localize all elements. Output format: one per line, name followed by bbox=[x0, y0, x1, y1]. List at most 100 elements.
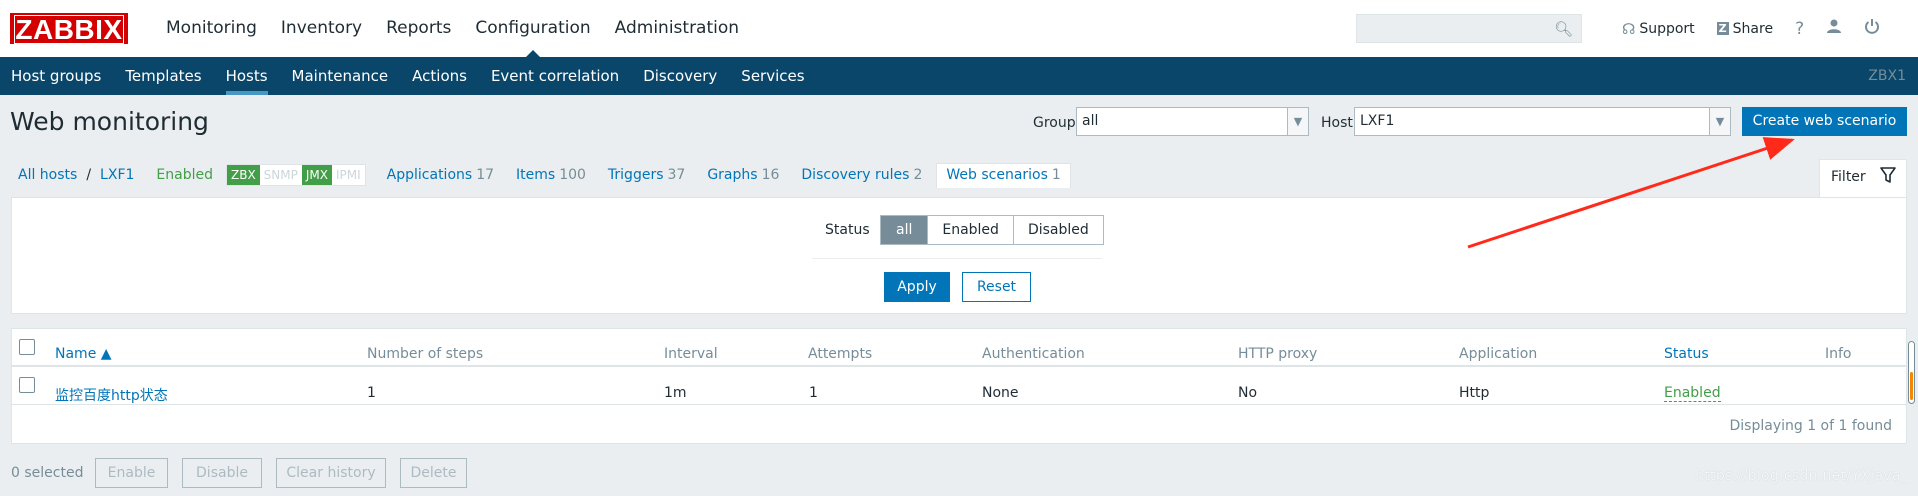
zabbix-logo[interactable]: ZABBIX bbox=[10, 13, 128, 44]
column-header-steps: Number of steps bbox=[367, 346, 484, 362]
link-label: Applications bbox=[386, 167, 473, 183]
row-divider bbox=[12, 404, 1906, 405]
nav-monitoring[interactable]: Monitoring bbox=[154, 0, 269, 57]
logo-text: ZABBIX bbox=[14, 14, 124, 45]
link-applications[interactable]: Applications 17 bbox=[387, 167, 494, 183]
host-label: Host bbox=[1321, 115, 1353, 131]
cell-application: Http bbox=[1459, 385, 1490, 401]
status-filter-label: Status bbox=[825, 222, 870, 238]
badge-zbx: ZBX bbox=[226, 165, 260, 185]
link-graphs[interactable]: Graphs 16 bbox=[707, 167, 779, 183]
nav-administration[interactable]: Administration bbox=[603, 0, 751, 57]
column-header-application: Application bbox=[1459, 346, 1538, 362]
user-profile-icon[interactable] bbox=[1826, 18, 1842, 39]
link-label: Triggers bbox=[607, 167, 664, 183]
status-toggle-link[interactable]: Enabled bbox=[1664, 385, 1721, 402]
reset-button[interactable]: Reset bbox=[962, 272, 1031, 302]
help-icon[interactable]: ? bbox=[1795, 19, 1804, 39]
cell-authentication: None bbox=[982, 385, 1019, 401]
link-discovery-rules[interactable]: Discovery rules 2 bbox=[801, 167, 922, 183]
table-scrollbar[interactable] bbox=[1908, 341, 1915, 404]
host-select-value: LXF1 bbox=[1360, 113, 1395, 129]
cell-interval: 1m bbox=[664, 385, 687, 401]
share-z-icon: Z bbox=[1716, 22, 1729, 35]
cell-attempts: 1 bbox=[809, 385, 818, 401]
badge-snmp: SNMP bbox=[259, 165, 302, 185]
subnav-actions[interactable]: Actions bbox=[401, 57, 480, 95]
status-option-disabled[interactable]: Disabled bbox=[1012, 216, 1103, 244]
subnav-event-correlation[interactable]: Event correlation bbox=[480, 57, 632, 95]
subnav-host-groups[interactable]: Host groups bbox=[0, 57, 114, 95]
selected-count: 0 selected bbox=[11, 465, 84, 481]
host-status[interactable]: Enabled bbox=[156, 167, 213, 183]
group-label: Group bbox=[1033, 115, 1076, 131]
share-label: Share bbox=[1732, 20, 1774, 37]
link-count: 17 bbox=[476, 167, 495, 183]
breadcrumb-all-hosts[interactable]: All hosts bbox=[18, 167, 77, 183]
table-footer-count: Displaying 1 of 1 found bbox=[1729, 418, 1893, 434]
delete-button[interactable]: Delete bbox=[400, 458, 467, 488]
nav-configuration[interactable]: Configuration bbox=[463, 0, 602, 57]
link-count: 16 bbox=[761, 167, 780, 183]
status-option-enabled[interactable]: Enabled bbox=[927, 216, 1013, 244]
share-link[interactable]: Z Share bbox=[1716, 20, 1774, 37]
clear-history-button[interactable]: Clear history bbox=[276, 458, 386, 488]
link-label: Graphs bbox=[707, 167, 758, 183]
header-divider bbox=[12, 365, 1906, 367]
status-filter-segmented: all Enabled Disabled bbox=[880, 215, 1104, 245]
filter-divider bbox=[812, 258, 1102, 259]
filter-tab-label: Filter bbox=[1831, 169, 1866, 185]
create-web-scenario-button[interactable]: Create web scenario bbox=[1742, 107, 1907, 136]
subnav-services[interactable]: Services bbox=[730, 57, 817, 95]
subnav-templates[interactable]: Templates bbox=[114, 57, 214, 95]
column-header-info: Info bbox=[1825, 346, 1852, 362]
link-count: 100 bbox=[559, 167, 586, 183]
main-nav: Monitoring Inventory Reports Configurati… bbox=[154, 0, 751, 57]
enable-button[interactable]: Enable bbox=[95, 458, 168, 488]
select-all-checkbox[interactable] bbox=[19, 339, 35, 355]
scenario-name-link[interactable]: 监控百度http状态 bbox=[55, 385, 168, 405]
filter-tab[interactable]: Filter bbox=[1819, 159, 1907, 197]
disable-button[interactable]: Disable bbox=[182, 458, 262, 488]
group-select-value: all bbox=[1082, 113, 1099, 129]
column-header-http-proxy: HTTP proxy bbox=[1238, 346, 1318, 362]
cell-steps: 1 bbox=[367, 385, 376, 401]
search-input[interactable]: 🔍︎ bbox=[1356, 14, 1582, 43]
power-sign-out-icon[interactable] bbox=[1864, 18, 1880, 39]
link-label: Discovery rules bbox=[801, 167, 910, 183]
breadcrumb: All hosts / LXF1 Enabled ZBX SNMP JMX IP… bbox=[18, 162, 1071, 188]
badge-ipmi: IPMI bbox=[331, 165, 365, 185]
subnav-hosts[interactable]: Hosts bbox=[215, 57, 281, 95]
link-triggers[interactable]: Triggers 37 bbox=[608, 167, 685, 183]
column-header-attempts: Attempts bbox=[808, 346, 873, 362]
link-web-scenarios[interactable]: Web scenarios 1 bbox=[936, 162, 1071, 188]
breadcrumb-host[interactable]: LXF1 bbox=[100, 167, 134, 183]
search-icon[interactable]: 🔍︎ bbox=[1554, 20, 1573, 38]
headset-icon: ☊ bbox=[1622, 19, 1636, 38]
row-checkbox[interactable] bbox=[19, 377, 35, 393]
group-select[interactable]: all ▼ bbox=[1076, 107, 1309, 136]
top-header: ZABBIX Monitoring Inventory Reports Conf… bbox=[0, 0, 1918, 58]
host-select[interactable]: LXF1 ▼ bbox=[1354, 107, 1731, 136]
support-link[interactable]: ☊ Support bbox=[1622, 20, 1695, 38]
column-header-interval: Interval bbox=[664, 346, 718, 362]
sub-nav: Host groups Templates Hosts Maintenance … bbox=[0, 57, 1918, 95]
breadcrumb-separator: / bbox=[86, 167, 92, 183]
apply-button[interactable]: Apply bbox=[884, 272, 950, 302]
subnav-discovery[interactable]: Discovery bbox=[632, 57, 730, 95]
link-count: 1 bbox=[1051, 166, 1061, 183]
availability-badges: ZBX SNMP JMX IPMI bbox=[225, 164, 366, 186]
column-header-name[interactable]: Name ▲ bbox=[55, 346, 112, 362]
nav-inventory[interactable]: Inventory bbox=[269, 0, 374, 57]
funnel-filter-icon bbox=[1880, 166, 1896, 189]
status-option-all[interactable]: all bbox=[881, 216, 928, 244]
chevron-down-icon: ▼ bbox=[1287, 108, 1308, 135]
badge-jmx: JMX bbox=[301, 165, 332, 185]
column-header-status[interactable]: Status bbox=[1664, 346, 1709, 362]
cell-http-proxy: No bbox=[1238, 385, 1258, 401]
link-items[interactable]: Items 100 bbox=[516, 167, 586, 183]
top-links: ☊ Support Z Share ? bbox=[1622, 0, 1902, 57]
link-count: 37 bbox=[667, 167, 686, 183]
nav-reports[interactable]: Reports bbox=[374, 0, 463, 57]
subnav-maintenance[interactable]: Maintenance bbox=[281, 57, 402, 95]
